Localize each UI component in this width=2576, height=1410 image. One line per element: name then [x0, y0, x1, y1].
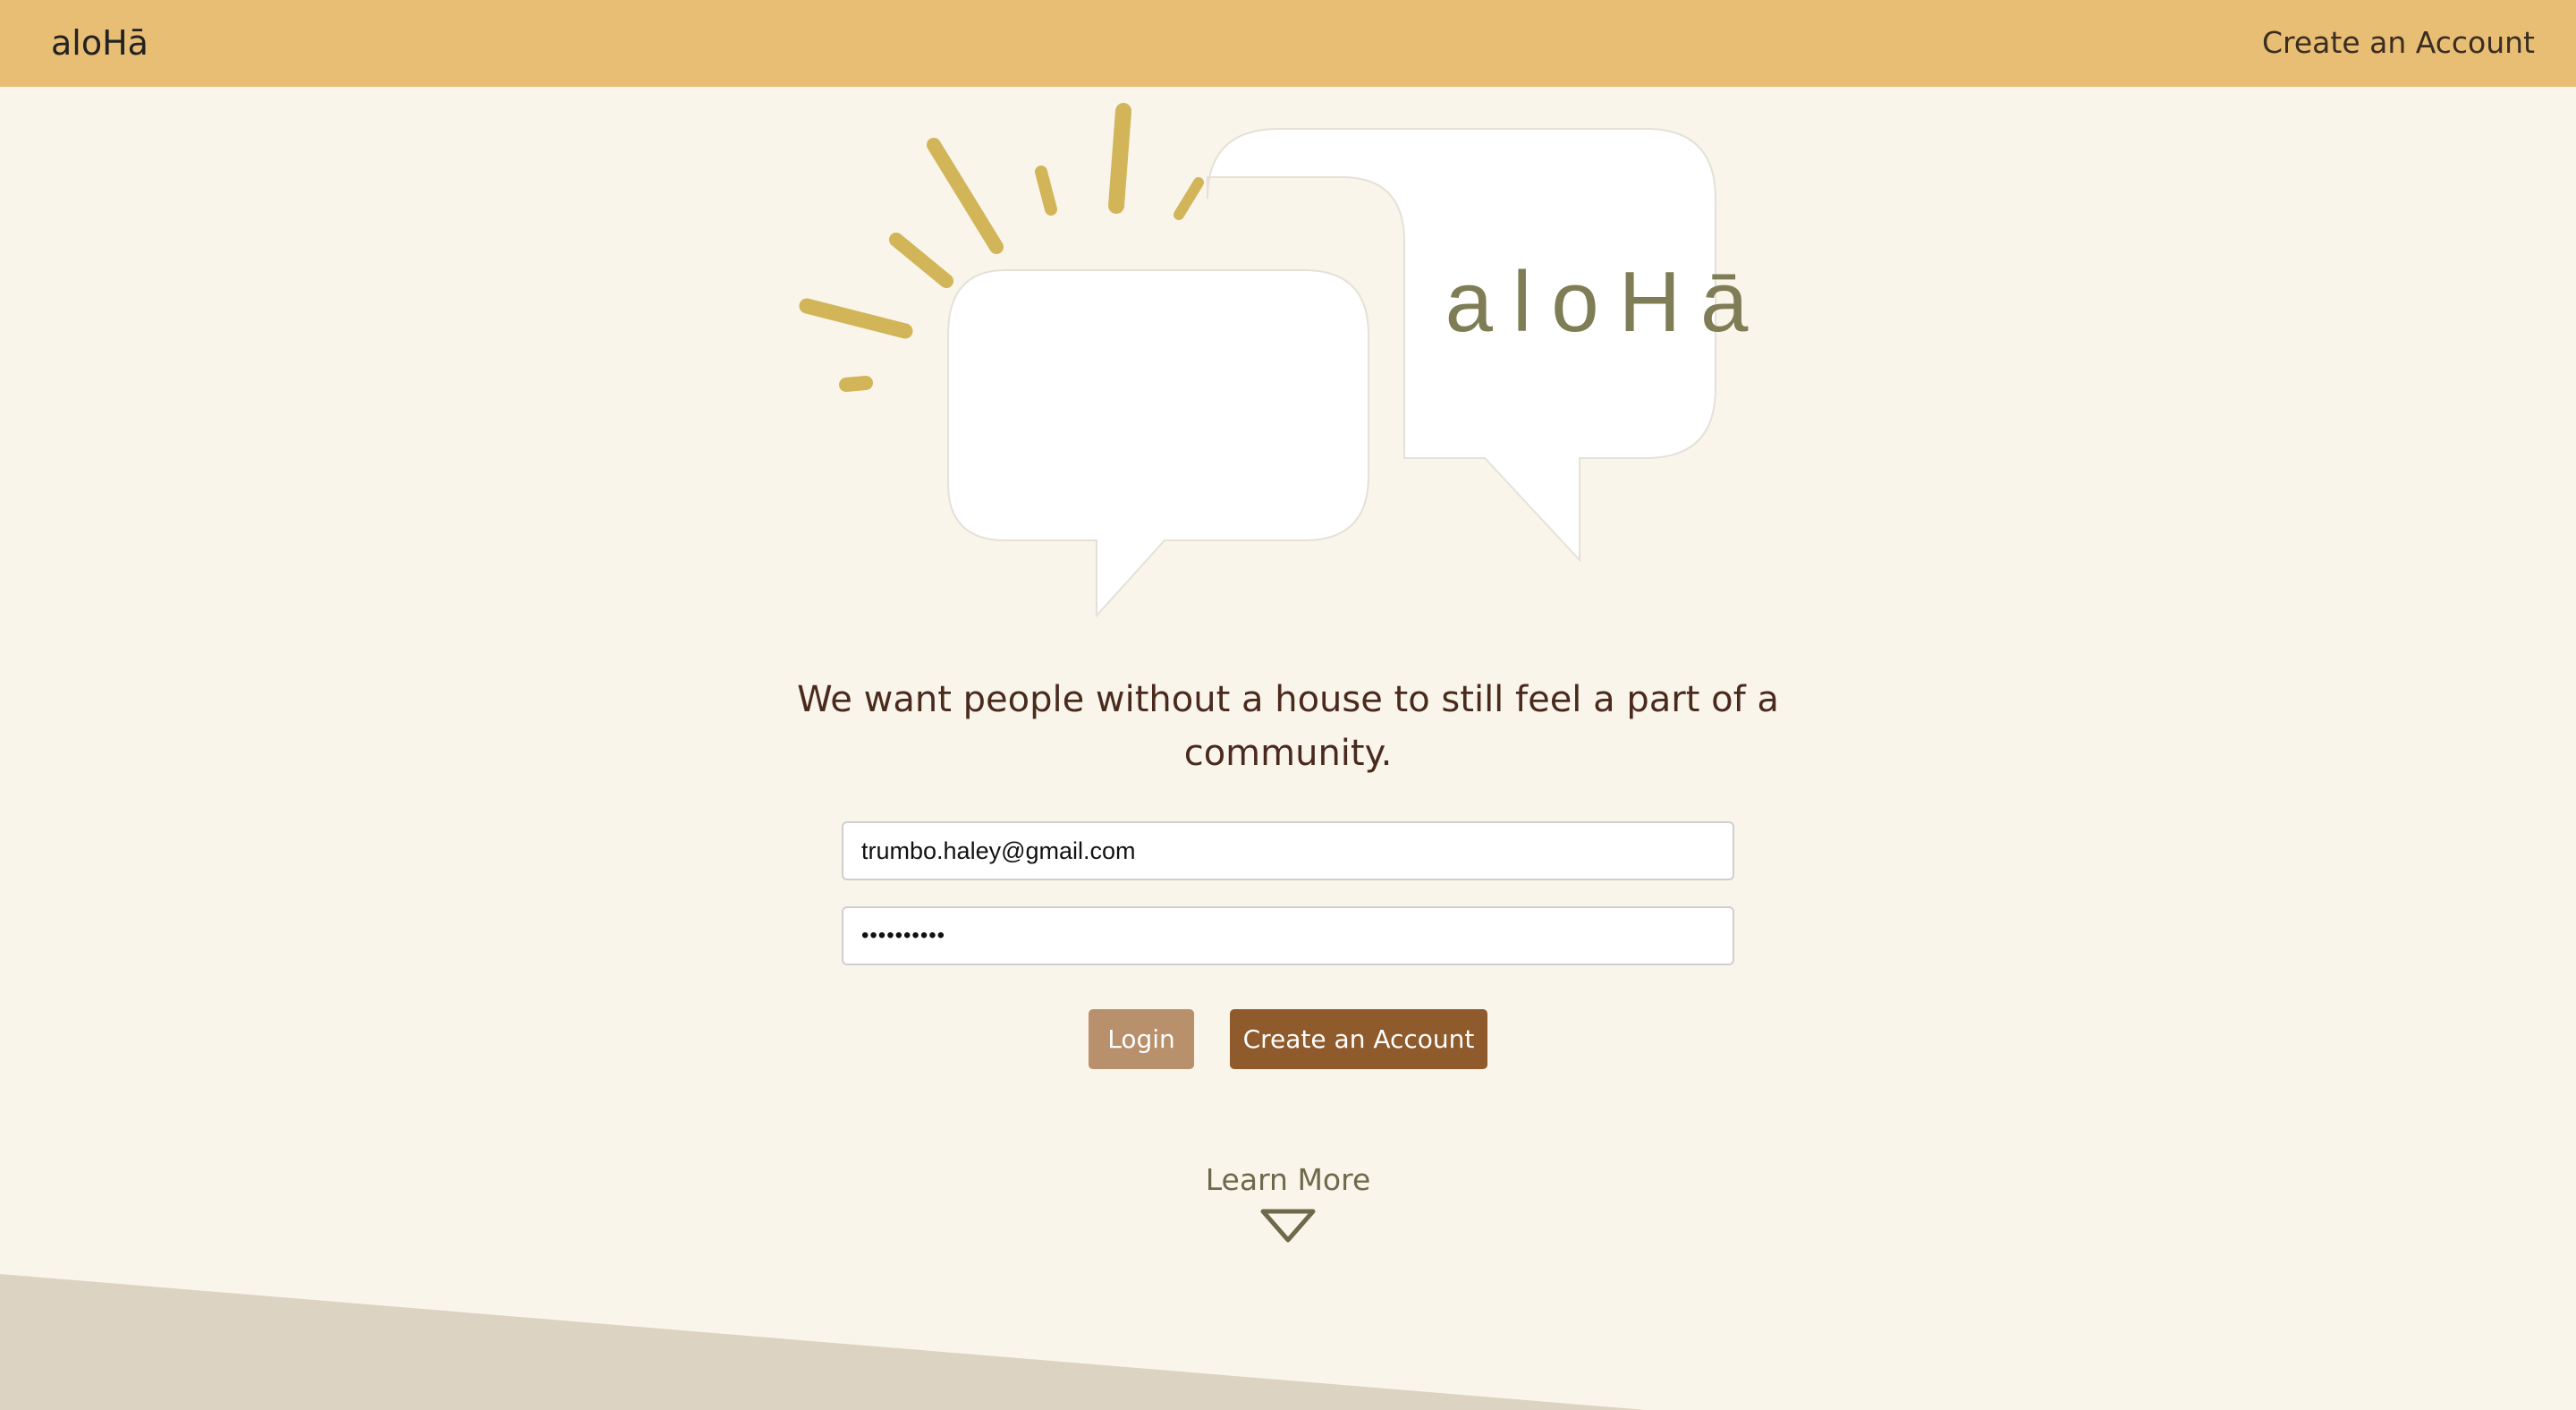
sun-ray [927, 138, 1004, 254]
password-field[interactable] [842, 906, 1734, 965]
logo-wordmark: aloHā [1445, 254, 1768, 350]
sun-ray [1174, 177, 1204, 220]
nav-create-account-link[interactable]: Create an Account [2262, 23, 2535, 63]
sun-ray [889, 233, 953, 288]
page: aloHā Create an Account aloHā We want pe… [0, 0, 2576, 1410]
navbar: aloHā Create an Account [0, 0, 2576, 87]
chevron-down-icon[interactable] [1259, 1208, 1317, 1244]
create-account-button[interactable]: Create an Account [1230, 1009, 1487, 1069]
sun-ray [1108, 103, 1131, 214]
sun-ray [1035, 166, 1057, 216]
brand-logo-link[interactable]: aloHā [51, 21, 148, 64]
learn-more-link[interactable]: Learn More [1109, 1160, 1467, 1200]
hero-tagline: We want people without a house to still … [797, 679, 1779, 774]
sun-ray [799, 298, 913, 339]
footer-diagonal-band [0, 1274, 1646, 1410]
sun-ray [839, 376, 873, 392]
speech-bubble-front [947, 269, 1369, 618]
email-field[interactable] [842, 821, 1734, 880]
aloha-logo: aloHā [799, 103, 1768, 618]
login-button[interactable]: Login [1089, 1009, 1194, 1069]
